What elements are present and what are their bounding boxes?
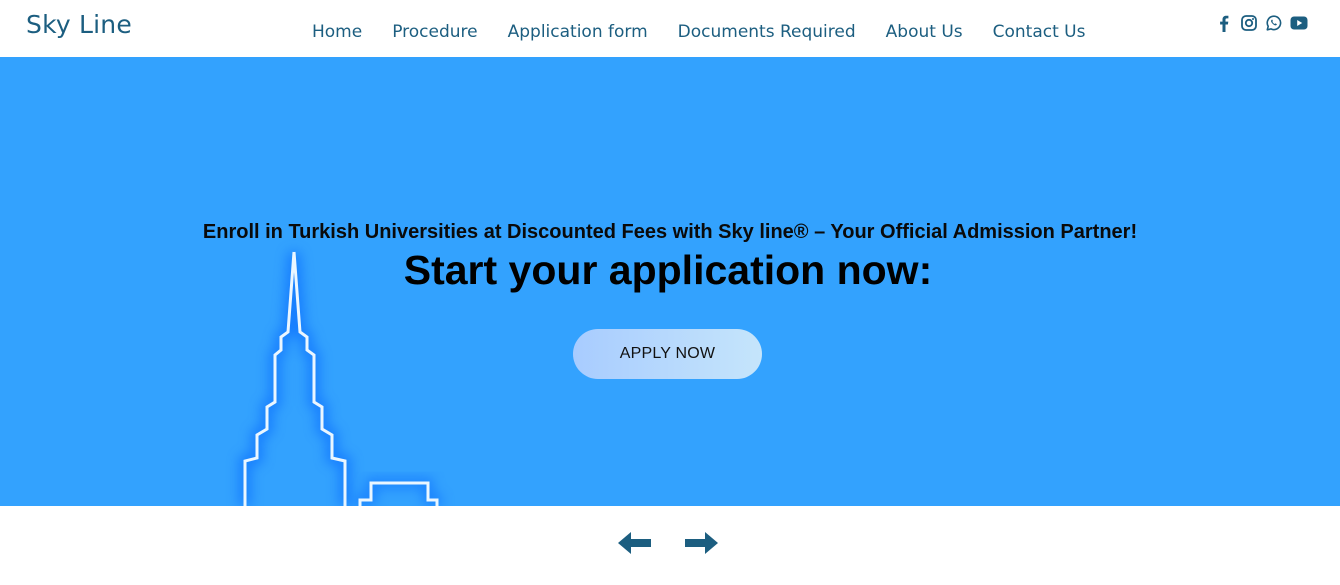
nav-about-us[interactable]: About Us bbox=[871, 19, 978, 45]
brand-logo[interactable]: Sky Line bbox=[26, 10, 132, 39]
social-links bbox=[1215, 14, 1308, 32]
hero-banner: Enroll in Turkish Universities at Discou… bbox=[0, 57, 1340, 506]
nav-documents-required[interactable]: Documents Required bbox=[663, 19, 871, 45]
nav-contact-us[interactable]: Contact Us bbox=[978, 19, 1101, 45]
youtube-icon[interactable] bbox=[1290, 14, 1308, 32]
hero-headline: Start your application now: bbox=[403, 247, 933, 293]
nav-procedure[interactable]: Procedure bbox=[377, 19, 492, 45]
main-nav: Home Procedure Application form Document… bbox=[297, 19, 1100, 45]
whatsapp-icon[interactable] bbox=[1265, 14, 1283, 32]
arrow-right-icon[interactable] bbox=[683, 530, 719, 556]
navbar: Sky Line Home Procedure Application form… bbox=[0, 0, 1340, 57]
nav-application-form[interactable]: Application form bbox=[493, 19, 663, 45]
nav-home[interactable]: Home bbox=[297, 19, 377, 45]
facebook-icon[interactable] bbox=[1215, 14, 1233, 32]
hero-tagline: Enroll in Turkish Universities at Discou… bbox=[202, 221, 1138, 243]
arrow-left-icon[interactable] bbox=[617, 530, 653, 556]
apply-now-button[interactable]: APPLY NOW bbox=[573, 329, 762, 379]
carousel-controls bbox=[0, 506, 1340, 585]
instagram-icon[interactable] bbox=[1240, 14, 1258, 32]
